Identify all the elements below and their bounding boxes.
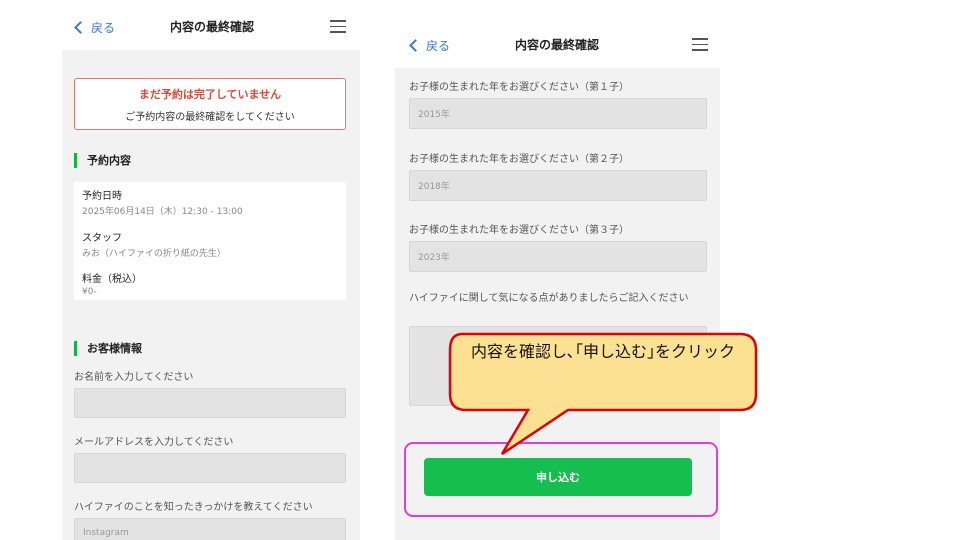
email-label: メールアドレスを入力してください [74,437,234,448]
page-title: 内容の最終確認 [515,38,600,52]
back-label: 戻る [426,39,451,53]
chevron-left-icon [74,21,87,34]
concerns-label: ハイファイに関して気になる点がありましたらご記入ください [409,293,689,304]
staff-value: みお（ハイファイの折り紙の先生） [82,249,226,259]
datetime-label: 予約日時 [82,191,122,202]
page-title: 内容の最終確認 [170,20,255,34]
header: 戻る 内容の最終確認 [62,0,360,50]
source-label: ハイファイのことを知ったきっかけを教えてください [74,502,313,513]
alert-message: ご予約内容の最終確認をしてください [125,112,295,123]
back-button[interactable]: 戻る [409,37,451,54]
menu-icon[interactable] [330,20,346,33]
email-field[interactable] [74,453,346,483]
name-label: お名前を入力してください [74,372,194,383]
content-area: まだ予約は完了していません ご予約内容の最終確認をしてください 予約内容 予約日… [62,50,360,540]
back-button[interactable]: 戻る [74,19,116,36]
source-field[interactable]: Instagram [74,518,346,540]
customer-section-title: お客様情報 [74,340,142,356]
back-label: 戻る [91,21,116,35]
child3-label: お子様の生まれた年をお選びください（第３子） [409,225,629,236]
name-field[interactable] [74,388,346,418]
fee-value: ¥0- [82,287,97,297]
header: 戻る 内容の最終確認 [395,18,720,68]
chevron-left-icon [409,39,422,52]
child1-year-select[interactable]: 2015年 [409,98,707,129]
alert-title: まだ予約は完了していません [138,88,282,101]
callout-text: 内容を確認し､｢申し込む｣をクリック [470,342,735,361]
child1-label: お子様の生まれた年をお選びください（第１子） [409,82,629,93]
child2-year-select[interactable]: 2018年 [409,170,707,201]
child3-year-select[interactable]: 2023年 [409,241,707,272]
datetime-value: 2025年06月14日（木）12:30 - 13:00 [82,207,243,217]
fee-label: 料金（税込） [82,274,142,285]
left-screen: 戻る 内容の最終確認 まだ予約は完了していません ご予約内容の最終確認をしてくだ… [62,0,360,540]
reservation-details: 予約日時 2025年06月14日（木）12:30 - 13:00 スタッフ みお… [74,182,346,300]
menu-icon[interactable] [692,38,708,51]
warning-alert: まだ予約は完了していません ご予約内容の最終確認をしてください [74,78,346,130]
reservation-section-title: 予約内容 [74,152,131,168]
child2-label: お子様の生まれた年をお選びください（第２子） [409,154,629,165]
staff-label: スタッフ [82,233,122,244]
